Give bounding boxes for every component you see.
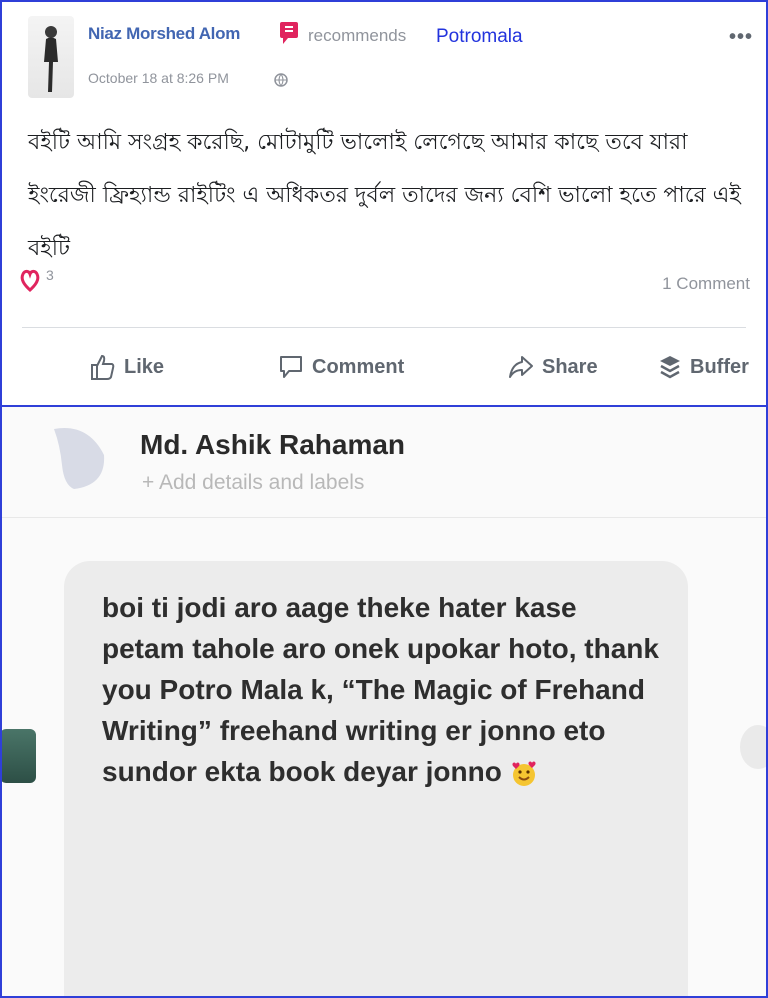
globe-icon	[274, 73, 288, 87]
message-reaction-icon[interactable]	[740, 725, 766, 769]
contact-name[interactable]: Md. Ashik Rahaman	[140, 429, 405, 461]
author-avatar[interactable]	[28, 16, 74, 98]
share-label: Share	[542, 355, 598, 378]
thumbs-up-icon	[91, 354, 115, 380]
buffer-label: Buffer	[690, 355, 749, 378]
attachment-thumbnail[interactable]	[2, 729, 36, 783]
smiling-face-with-hearts-icon	[512, 761, 536, 786]
buffer-stack-icon	[660, 356, 680, 379]
header-divider	[2, 517, 766, 518]
post-timestamp[interactable]: October 18 at 8:26 PM	[88, 70, 229, 86]
post-body-text: বইটি আমি সংগ্রহ করেছি, মোটামুটি ভালোই লে…	[28, 130, 741, 261]
recommends-label: recommends	[308, 26, 407, 45]
speech-bubble-icon	[280, 356, 302, 378]
recommendation-heart-icon[interactable]	[20, 268, 40, 292]
comment-button[interactable]: Comment	[278, 347, 404, 387]
action-divider	[22, 327, 746, 328]
reaction-count[interactable]: 3	[46, 267, 54, 283]
comment-count-link[interactable]: 1 Comment	[662, 274, 750, 294]
add-details-link[interactable]: + Add details and labels	[142, 471, 364, 495]
messenger-conversation: Md. Ashik Rahaman + Add details and labe…	[0, 405, 768, 998]
share-arrow-icon	[509, 356, 533, 378]
share-button[interactable]: Share	[508, 347, 598, 387]
avatar-figure-icon	[44, 26, 58, 92]
post-author-name[interactable]: Niaz Morshed Alom	[88, 24, 240, 44]
facebook-post: Niaz Morshed Alom recommends Potromala •…	[0, 0, 768, 407]
more-options-icon[interactable]: •••	[729, 26, 753, 49]
buffer-button[interactable]: Buffer	[658, 347, 749, 387]
like-button[interactable]: Like	[90, 347, 164, 387]
recommend-badge-icon	[280, 22, 298, 44]
message-bubble-text: boi ti jodi aro aage theke hater kase pe…	[102, 587, 662, 792]
page-name-link[interactable]: Potromala	[436, 26, 523, 48]
like-label: Like	[124, 355, 165, 378]
comment-label: Comment	[312, 355, 405, 378]
contact-avatar[interactable]	[48, 425, 108, 491]
message-text: boi ti jodi aro aage theke hater kase pe…	[102, 592, 659, 787]
